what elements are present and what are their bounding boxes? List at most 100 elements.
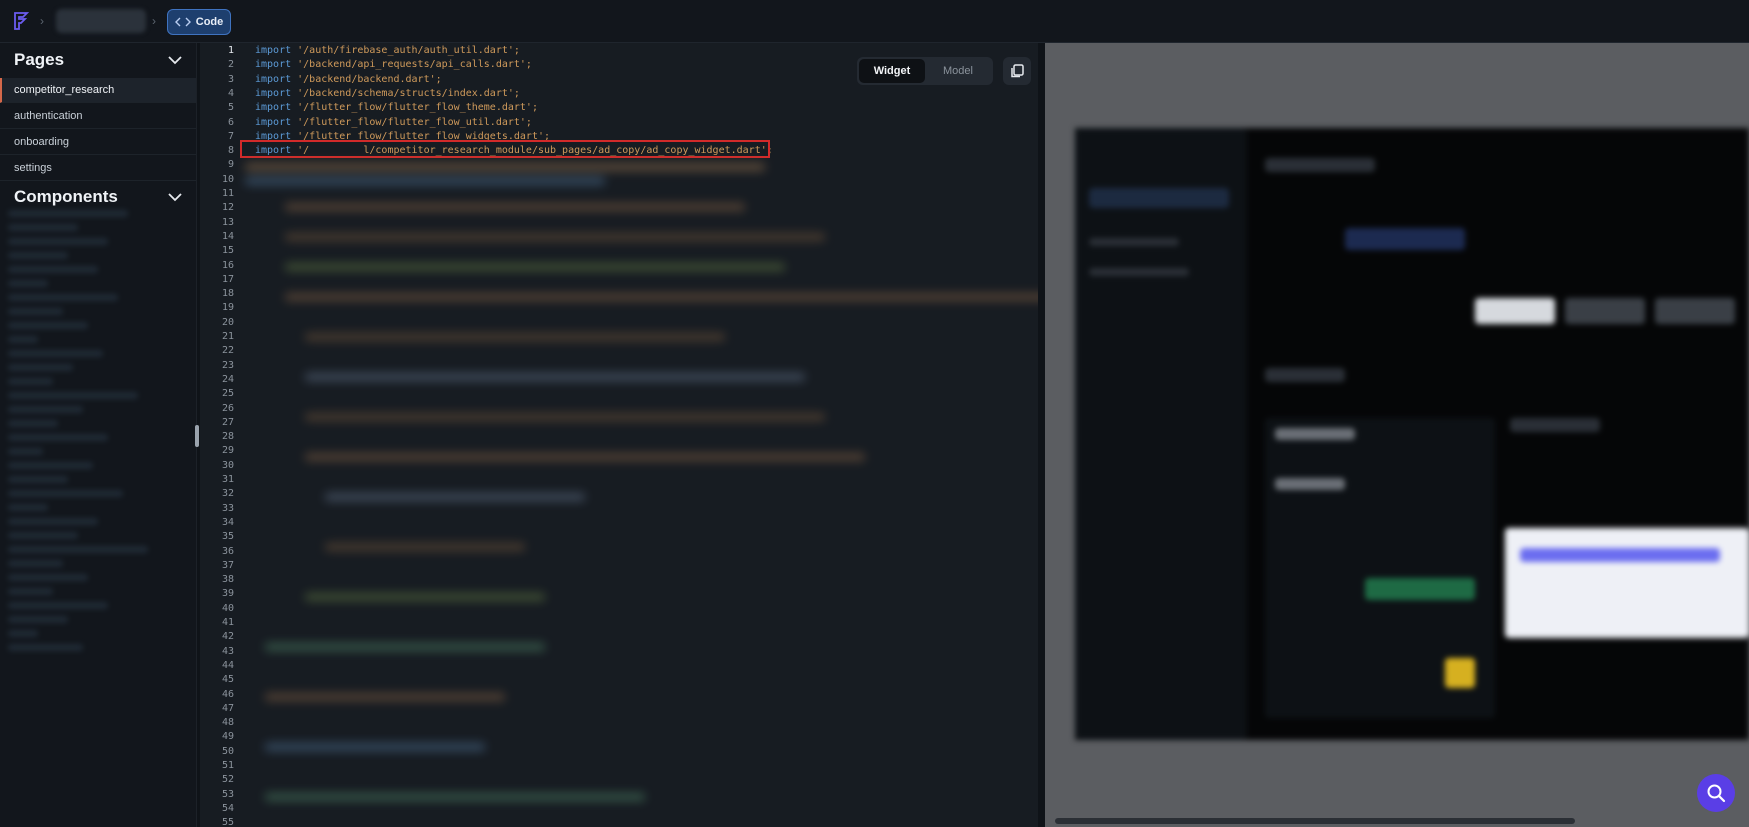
line-number: 44 [221, 659, 234, 671]
line-number: 25 [221, 388, 234, 400]
components-list-blurred [8, 203, 188, 813]
code-line: import '/backend/backend.dart'; [255, 74, 442, 85]
line-number: 40 [221, 602, 234, 614]
line-number: 35 [221, 531, 234, 543]
line-number: 1 [227, 45, 234, 56]
import-keyword: import [255, 102, 292, 114]
line-number: 18 [221, 288, 234, 300]
line-number: 50 [221, 745, 234, 757]
line-number: 32 [221, 488, 234, 500]
code-editor[interactable]: 1 2 3 4 5 6 7 8 9 10 11 12 13 14 15 16 17 18 19 20 21 22 23 24 2… [200, 43, 1038, 827]
line-number: 46 [221, 688, 234, 700]
highlighted-import-line [240, 140, 770, 158]
line-number: 26 [221, 402, 234, 414]
line-number: 54 [221, 802, 234, 814]
line-number: 7 [227, 130, 234, 142]
chevron-right-icon: › [152, 14, 156, 28]
line-number: 55 [221, 817, 234, 827]
code-line: import '/backend/api_requests/api_calls.… [255, 59, 532, 70]
search-icon [1707, 784, 1726, 803]
line-number: 15 [221, 245, 234, 257]
line-number: 43 [221, 645, 234, 657]
page-item-competitor-research[interactable]: competitor_research [0, 78, 196, 103]
line-number: 24 [221, 373, 234, 385]
chevron-down-icon[interactable] [168, 192, 182, 202]
search-fab-button[interactable] [1697, 774, 1735, 812]
chevron-down-icon[interactable] [168, 55, 182, 65]
line-number: 49 [221, 731, 234, 743]
line-number: 36 [221, 545, 234, 557]
import-keyword: import [255, 116, 292, 128]
line-number: 8 [227, 145, 234, 157]
sidebar: Pages competitor_research authentication… [0, 43, 197, 827]
code-line: import '/flutter_flow/flutter_flow_theme… [255, 102, 538, 113]
line-number-gutter: 1 2 3 4 5 6 7 8 9 10 11 12 13 14 15 16 17 18 19 20 21 22 23 24 2… [200, 43, 240, 827]
line-number: 47 [221, 702, 234, 714]
code-brackets-icon [174, 17, 191, 27]
line-number: 27 [221, 416, 234, 428]
import-path-string: '/backend/schema/structs/index.dart'; [291, 87, 520, 99]
chevron-right-icon: › [40, 14, 44, 28]
code-blurred [245, 163, 1038, 823]
line-number: 9 [227, 159, 234, 171]
line-number: 21 [221, 331, 234, 342]
line-number: 41 [221, 617, 234, 628]
breadcrumb-project[interactable] [56, 9, 146, 33]
line-number: 23 [221, 359, 234, 371]
device-preview-blurred [1075, 128, 1749, 740]
import-path-string: '/auth/firebase_auth/auth_util.dart'; [291, 45, 520, 56]
line-number: 2 [227, 59, 234, 71]
line-number: 3 [227, 73, 234, 85]
line-number: 37 [221, 559, 234, 571]
import-keyword: import [255, 59, 292, 71]
line-number: 4 [227, 87, 234, 99]
page-item-authentication[interactable]: authentication [0, 104, 196, 129]
copy-code-button[interactable] [1003, 57, 1031, 85]
line-number: 22 [221, 345, 234, 357]
import-path-string: '/flutter_flow/flutter_flow_util.dart'; [291, 116, 532, 128]
pages-heading: Pages [14, 50, 65, 69]
line-number: 48 [221, 717, 234, 729]
line-number: 13 [221, 216, 234, 228]
line-number: 10 [221, 173, 234, 185]
widget-model-toggle: Widget Model [857, 57, 993, 85]
line-number: 19 [221, 302, 234, 314]
code-line: import '/backend/schema/structs/index.da… [255, 88, 520, 99]
copy-icon [1011, 64, 1024, 78]
code-view-button[interactable]: Code [167, 9, 231, 35]
code-button-label: Code [195, 16, 224, 28]
import-keyword: import [255, 73, 292, 85]
line-number: 16 [221, 259, 234, 271]
line-number: 39 [221, 588, 234, 600]
flutterflow-logo-icon[interactable] [10, 10, 32, 32]
import-path-string: '/backend/api_requests/api_calls.dart'; [291, 59, 532, 71]
top-bar: › › Code [0, 0, 1749, 43]
page-item-onboarding[interactable]: onboarding [0, 130, 196, 155]
line-number: 31 [221, 474, 234, 485]
line-number: 38 [221, 574, 234, 586]
import-path-string: '/flutter_flow/flutter_flow_theme.dart'; [291, 102, 538, 114]
line-number: 33 [221, 502, 234, 514]
line-number: 45 [221, 674, 234, 686]
pages-section-header[interactable]: Pages [0, 45, 196, 75]
preview-panel [1045, 43, 1749, 827]
line-number: 34 [221, 516, 234, 528]
horizontal-scrollbar[interactable] [1055, 818, 1575, 824]
line-number: 42 [221, 631, 234, 643]
line-number: 6 [227, 116, 234, 128]
code-line: import '/auth/firebase_auth/auth_util.da… [255, 45, 520, 56]
line-number: 30 [221, 459, 234, 471]
import-path-string: '/backend/backend.dart'; [291, 73, 442, 85]
line-number: 17 [221, 273, 234, 285]
line-number: 12 [221, 202, 234, 214]
line-number: 5 [227, 102, 234, 114]
line-number: 20 [221, 316, 234, 328]
line-number: 53 [221, 788, 234, 800]
page-item-settings[interactable]: settings [0, 156, 196, 181]
sidebar-resize-handle[interactable] [195, 425, 199, 447]
import-keyword: import [255, 45, 292, 56]
code-line: import '/flutter_flow/flutter_flow_util.… [255, 117, 532, 128]
toggle-widget[interactable]: Widget [859, 59, 925, 83]
line-number: 52 [221, 774, 234, 786]
toggle-model[interactable]: Model [925, 59, 991, 83]
